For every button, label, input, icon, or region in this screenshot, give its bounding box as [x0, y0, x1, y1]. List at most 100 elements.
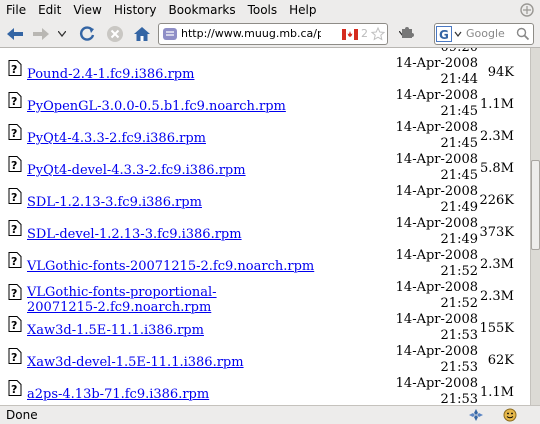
file-link[interactable]: SDL-1.2.13-3.fc9.i386.rpm [27, 195, 202, 210]
svg-text:?: ? [11, 191, 17, 204]
svg-text:?: ? [11, 127, 17, 140]
file-link[interactable]: SDL-devel-1.2.13-3.fc9.i386.rpm [27, 227, 242, 242]
date-text: 14-Apr-2008 [395, 152, 478, 167]
date-text: 14-Apr-2008 [395, 376, 478, 391]
canada-flag-icon [342, 29, 358, 43]
date-cell: 14-Apr-2008 21:45 [392, 120, 478, 152]
menu-file[interactable]: File [1, 3, 31, 17]
stop-icon [107, 26, 123, 42]
menu-edit[interactable]: Edit [33, 3, 66, 17]
date-text: 14-Apr-2008 [395, 184, 478, 199]
url-text: http://www.muug.mb.ca/pub/f [181, 27, 321, 40]
menu-history[interactable]: History [109, 3, 162, 17]
menu-help[interactable]: Help [284, 3, 321, 17]
date-cell: 14-Apr-2008 21:53 [392, 376, 478, 405]
search-box[interactable]: G Google [434, 23, 534, 45]
file-link[interactable]: PyQt4-4.3.3-2.fc9.i386.rpm [27, 131, 206, 146]
url-bar[interactable]: http://www.muug.mb.ca/pub/f 2 [158, 23, 388, 45]
google-icon: G [436, 26, 462, 42]
time-text: 21:44 [440, 72, 478, 87]
svg-text:?: ? [11, 383, 17, 396]
date-cell: 14-Apr-2008 21:45 [392, 88, 478, 120]
file-link[interactable]: Xaw3d-1.5E-11.1.i386.rpm [27, 323, 204, 338]
forward-button[interactable] [30, 23, 52, 45]
time-text: 21:53 [440, 328, 478, 343]
reload-button[interactable] [76, 23, 98, 45]
time-text: 21:53 [440, 360, 478, 375]
date-text: 14-Apr-2008 [395, 216, 478, 231]
file-icon: ? [8, 156, 22, 172]
stop-button[interactable] [104, 23, 126, 45]
time-text: 21:53 [440, 392, 478, 405]
back-arrow-icon [7, 28, 23, 40]
date-text: 14-Apr-2008 [395, 120, 478, 135]
scrollbar-thumb[interactable] [531, 160, 540, 250]
size-cell: 62K [487, 353, 514, 368]
search-icon[interactable] [516, 26, 530, 44]
menu-bookmarks[interactable]: Bookmarks [164, 3, 241, 17]
file-icon: ? [8, 92, 22, 108]
file-link[interactable]: a2ps-4.13b-71.fc9.i386.rpm [27, 387, 209, 402]
svg-text:G: G [439, 28, 449, 42]
status-bar: Done [0, 405, 540, 424]
file-link[interactable]: VLGothic-fonts-proportional-20071215-2.f… [27, 285, 277, 315]
size-cell: 155K [479, 321, 514, 336]
activity-throbber-icon [518, 2, 536, 18]
size-cell: 2.3M [480, 289, 514, 304]
size-cell: 94K [487, 65, 514, 80]
size-cell: 373K [479, 225, 514, 240]
time-text: 21:52 [440, 264, 478, 279]
time-text: 21:52 [440, 296, 478, 311]
date-text: 14-Apr-2008 [395, 88, 478, 103]
vertical-scrollbar[interactable] [530, 48, 540, 405]
menu-tools[interactable]: Tools [243, 3, 283, 17]
file-icon: ? [8, 220, 22, 236]
svg-text:?: ? [11, 63, 17, 76]
network-activity-icon[interactable] [468, 408, 484, 424]
date-cell: 14-Apr-2008 21:52 [392, 248, 478, 280]
reload-icon [80, 26, 95, 41]
size-cell: 2.3M [480, 129, 514, 144]
file-link[interactable]: Xaw3d-devel-1.5E-11.1.i386.rpm [27, 355, 244, 370]
puzzle-icon[interactable] [400, 25, 414, 42]
date-cell: 14-Apr-2008 21:49 [392, 216, 478, 248]
date-text: 14-Apr-2008 [395, 344, 478, 359]
directory-listing: 09:20 ? Pound-2.4-1.fc9.i386.rpm 14-Apr-… [0, 48, 530, 405]
date-text: 14-Apr-2008 [395, 56, 478, 71]
file-icon: ? [8, 188, 22, 204]
menu-view[interactable]: View [68, 3, 106, 17]
back-button[interactable] [4, 23, 26, 45]
size-cell: 226K [479, 193, 514, 208]
size-cell: 2.3M [480, 257, 514, 272]
date-text: 14-Apr-2008 [395, 312, 478, 327]
size-cell: 1.1M [480, 385, 514, 400]
svg-text:?: ? [11, 351, 17, 364]
file-link[interactable]: VLGothic-fonts-20071215-2.fc9.noarch.rpm [27, 259, 314, 274]
time-text: 21:49 [440, 200, 478, 215]
svg-text:?: ? [11, 95, 17, 108]
smiley-icon[interactable] [503, 408, 517, 424]
svg-text:?: ? [11, 159, 17, 172]
svg-text:?: ? [11, 223, 17, 236]
svg-text:?: ? [11, 287, 17, 300]
home-button[interactable] [131, 23, 153, 45]
navigation-toolbar: http://www.muug.mb.ca/pub/f 2 G Google [0, 20, 540, 48]
size-cell: 1.1M [480, 97, 514, 112]
bookmark-star-icon[interactable] [370, 26, 386, 44]
file-icon: ? [8, 252, 22, 268]
file-icon: ? [8, 124, 22, 140]
menu-bar: File Edit View History Bookmarks Tools H… [0, 0, 540, 20]
file-link[interactable]: Pound-2.4-1.fc9.i386.rpm [27, 67, 194, 82]
time-text: 21:45 [440, 136, 478, 151]
file-link[interactable]: PyQt4-devel-4.3.3-2.fc9.i386.rpm [27, 163, 246, 178]
time-text: 21:45 [440, 104, 478, 119]
chevron-down-icon [58, 31, 66, 37]
time-text: 21:49 [440, 232, 478, 247]
history-dropdown-button[interactable] [55, 23, 69, 45]
time-text: 21:45 [440, 168, 478, 183]
file-link[interactable]: PyOpenGL-3.0.0-0.5.b1.fc9.noarch.rpm [27, 99, 286, 114]
date-cell: 14-Apr-2008 21:53 [392, 344, 478, 376]
svg-text:?: ? [11, 319, 17, 332]
search-engine-selector[interactable]: G [436, 26, 463, 42]
home-icon [134, 27, 150, 41]
